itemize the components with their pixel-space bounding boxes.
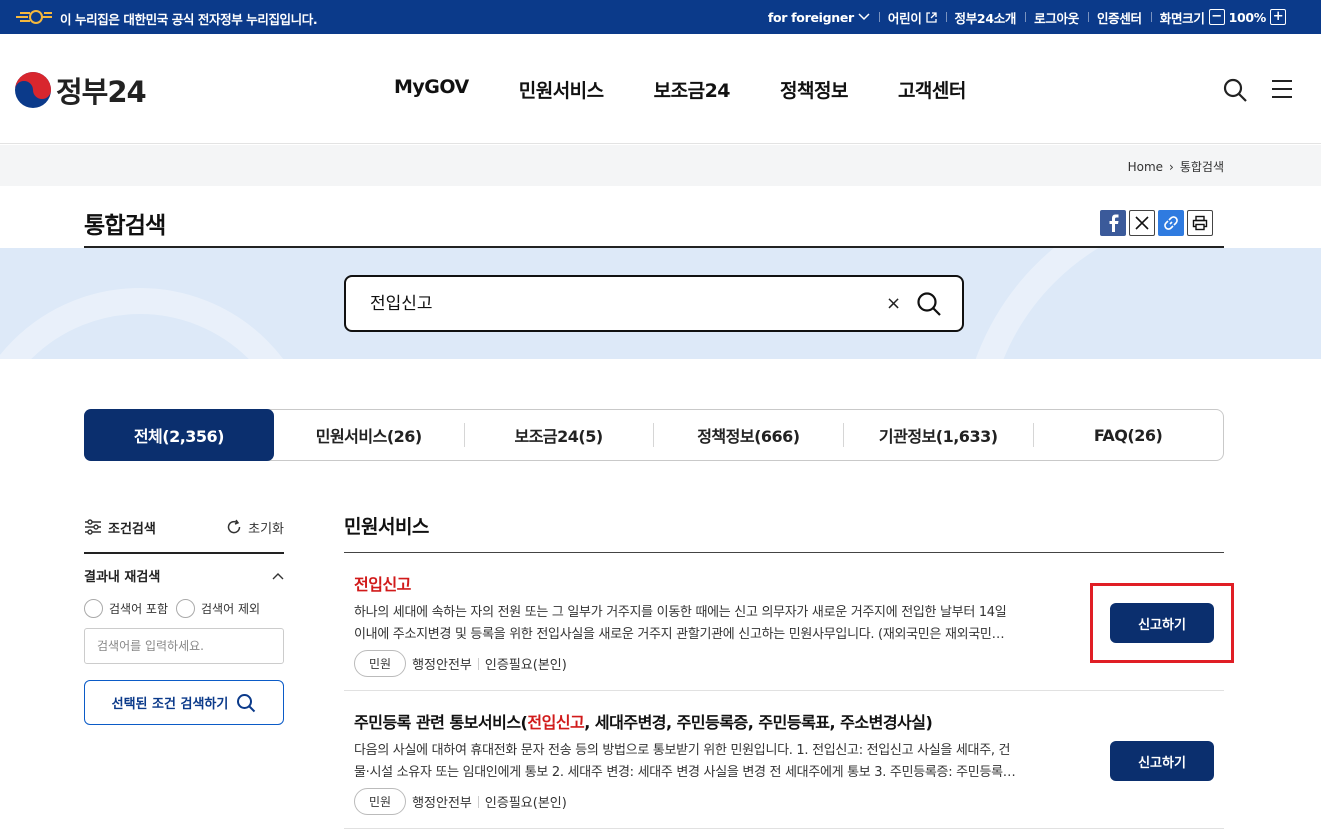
section-title: 민원서비스: [344, 512, 1224, 553]
screen-size-control: 화면크기 − 100% +: [1150, 8, 1295, 27]
foreigner-link[interactable]: for foreigner: [759, 10, 879, 25]
search-box: ×: [344, 275, 964, 332]
apply-filter-button[interactable]: 선택된 조건 검색하기: [84, 680, 284, 725]
zoom-level: 100%: [1228, 9, 1267, 25]
tab-agency-info[interactable]: 기관정보(1,633): [843, 410, 1033, 460]
search-icon[interactable]: [1222, 77, 1248, 103]
site-header: 정부24 MyGOV 민원서비스 보조금24 정책정보 고객센터: [0, 34, 1321, 144]
page-title: 통합검색: [84, 213, 166, 239]
official-notice: 이 누리집은 대한민국 공식 전자정부 누리집입니다.: [60, 12, 318, 27]
category-badge: 민원: [354, 788, 407, 815]
breadcrumb: Home › 통합검색: [1128, 158, 1224, 175]
result-meta: 민원 행정안전부 인증필요(본인): [354, 788, 1214, 815]
search-input[interactable]: [370, 291, 870, 311]
result-title[interactable]: 전입신고: [354, 571, 1214, 595]
main-nav: MyGOV 민원서비스 보조금24 정책정보 고객센터: [394, 76, 966, 103]
exclude-radio[interactable]: 검색어 제외: [176, 599, 260, 618]
utility-menu: for foreigner 어린이 정부24소개 로그아웃 인증센터 화면크기 …: [759, 0, 1295, 34]
refine-options: 검색어 포함 검색어 제외: [84, 599, 284, 618]
print-button[interactable]: [1187, 210, 1213, 236]
breadcrumb-current: 통합검색: [1179, 160, 1224, 174]
chevron-up-icon: [272, 572, 284, 579]
nav-item-mygov[interactable]: MyGOV: [394, 76, 469, 103]
printer-icon: [1192, 215, 1208, 231]
x-share-button[interactable]: [1129, 210, 1155, 236]
result-item: 전입신고 하나의 세대에 속하는 자의 전원 또는 그 일부가 거주지를 이동한…: [344, 553, 1234, 691]
zoom-in-button[interactable]: +: [1270, 9, 1286, 25]
chevron-down-icon: [858, 13, 870, 21]
external-link-icon: [925, 11, 937, 23]
gov-banner: 이 누리집은 대한민국 공식 전자정부 누리집입니다. for foreigne…: [0, 0, 1321, 34]
logout-link[interactable]: 로그아웃: [1025, 8, 1088, 27]
tab-policy-info[interactable]: 정책정보(666): [653, 410, 843, 460]
kids-link[interactable]: 어린이: [878, 8, 946, 27]
breadcrumb-band: Home › 통합검색: [0, 145, 1321, 186]
nav-item-civil-services[interactable]: 민원서비스: [519, 76, 604, 103]
refine-search-input[interactable]: [84, 628, 284, 664]
link-icon: [1164, 216, 1178, 230]
filter-header: 조건검색 초기화: [84, 512, 284, 554]
report-button[interactable]: 신고하기: [1110, 603, 1214, 643]
taegeuk-emblem-icon: [15, 72, 51, 108]
agency-name: 행정안전부: [412, 658, 472, 673]
about-link[interactable]: 정부24소개: [945, 8, 1026, 27]
hamburger-menu-icon[interactable]: [1271, 79, 1293, 99]
auth-center-link[interactable]: 인증센터: [1087, 8, 1151, 27]
breadcrumb-home[interactable]: Home: [1128, 160, 1163, 174]
result-meta: 민원 행정안전부 인증필요(본인): [354, 650, 1214, 677]
result-item: 주민등록 관련 통보서비스(전입신고, 세대주변경, 주민등록증, 주민등록표,…: [344, 691, 1224, 829]
result-tabs: 전체(2,356) 민원서비스(26) 보조금24(5) 정책정보(666) 기…: [84, 409, 1224, 461]
filter-title: 조건검색: [108, 521, 156, 537]
refresh-icon: [227, 519, 241, 534]
facebook-icon: [1109, 214, 1119, 232]
result-description: 하나의 세대에 속하는 자의 전원 또는 그 일부가 거주지를 이동한 때에는 …: [354, 605, 1007, 642]
nav-item-subsidy24[interactable]: 보조금24: [654, 76, 731, 103]
chevron-right-icon: ›: [1169, 159, 1174, 174]
clear-icon[interactable]: ×: [886, 293, 901, 314]
egov-mark-icon: [16, 10, 52, 24]
x-logo-icon: [1135, 216, 1149, 230]
tab-faq[interactable]: FAQ(26): [1033, 410, 1223, 460]
tab-all[interactable]: 전체(2,356): [84, 409, 274, 461]
logo-text: 정부24: [56, 75, 147, 109]
search-icon: [237, 693, 256, 712]
auth-requirement: 인증필요(본인): [484, 796, 567, 811]
copy-link-button[interactable]: [1158, 210, 1184, 236]
zoom-out-button[interactable]: −: [1208, 9, 1225, 25]
result-description: 다음의 사실에 대하여 휴대전화 문자 전송 등의 방법으로 통보받기 위한 민…: [354, 743, 1016, 780]
report-button[interactable]: 신고하기: [1110, 741, 1214, 781]
nav-item-customer-center[interactable]: 고객센터: [898, 76, 966, 103]
result-title[interactable]: 주민등록 관련 통보서비스(전입신고, 세대주변경, 주민등록증, 주민등록표,…: [354, 709, 1214, 733]
radio-circle: [176, 599, 196, 618]
include-radio[interactable]: 검색어 포함: [84, 599, 168, 618]
filter-sliders-icon: [85, 519, 101, 535]
tab-subsidy24[interactable]: 보조금24(5): [463, 410, 654, 460]
refine-search-header[interactable]: 결과내 재검색: [84, 566, 284, 585]
site-logo[interactable]: 정부24: [14, 69, 147, 111]
radio-circle: [84, 599, 103, 618]
filter-panel: 조건검색 초기화 결과내 재검색 검색어 포함 검색어 제외 선택된 조건 검색…: [84, 512, 284, 725]
share-buttons: [1100, 210, 1213, 236]
reset-button[interactable]: 초기화: [226, 518, 284, 537]
tab-civil-services[interactable]: 민원서비스(26): [274, 410, 464, 460]
auth-requirement: 인증필요(본인): [484, 658, 567, 673]
category-badge: 민원: [354, 650, 407, 677]
agency-name: 행정안전부: [412, 796, 472, 811]
results-section: 민원서비스 전입신고 하나의 세대에 속하는 자의 전원 또는 그 일부가 거주…: [344, 512, 1234, 829]
search-submit-icon[interactable]: [916, 291, 942, 317]
nav-item-policy-info[interactable]: 정책정보: [780, 76, 848, 103]
facebook-share-button[interactable]: [1100, 210, 1126, 236]
